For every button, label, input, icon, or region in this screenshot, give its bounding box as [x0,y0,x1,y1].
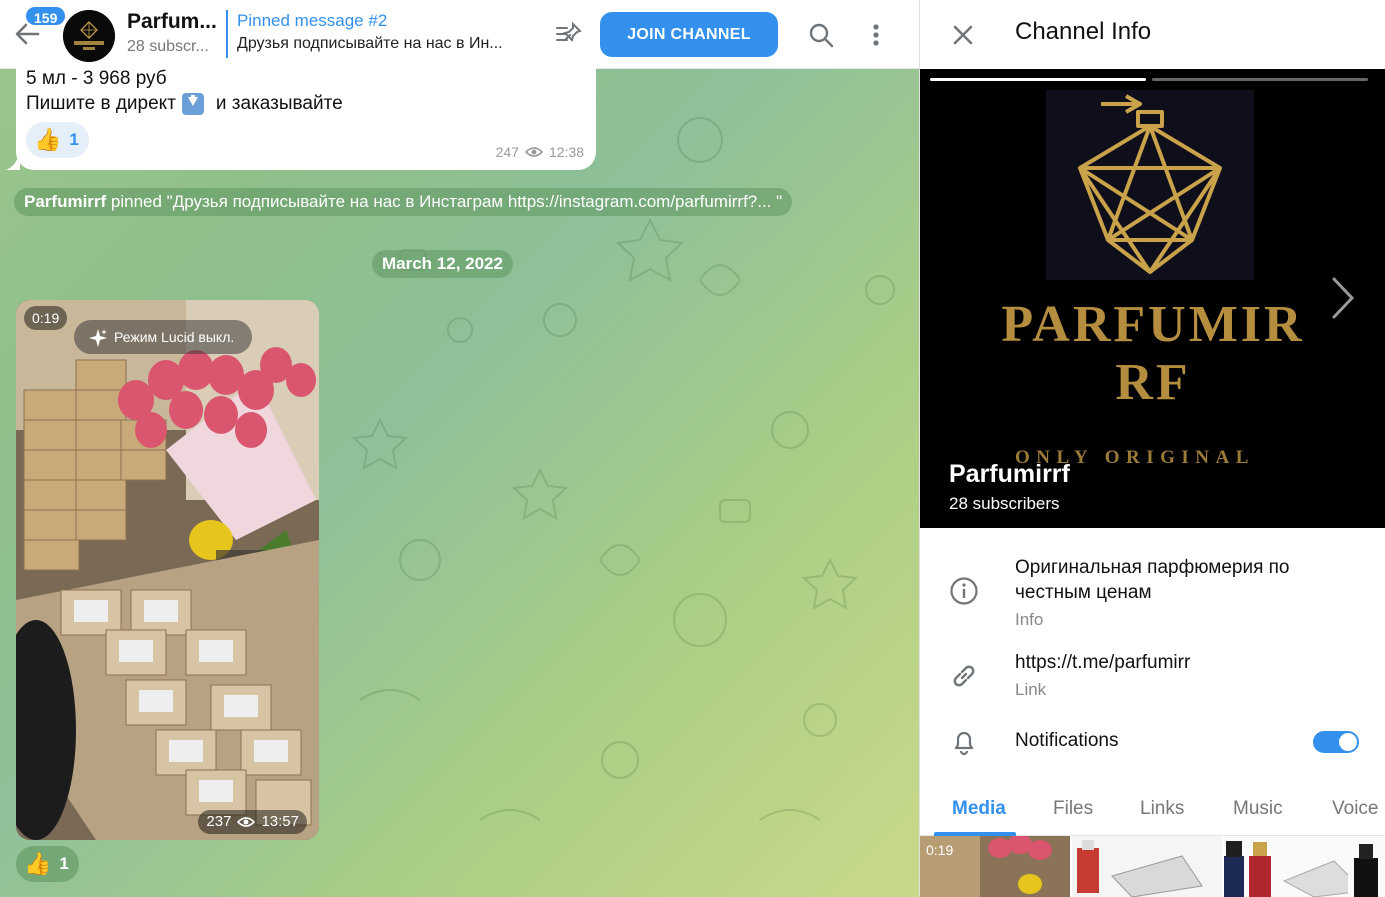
channel-info-panel: Channel Info PARFUMIR RF ONLY ORIGINAL P… [919,0,1385,897]
sparkle-icon [89,329,107,347]
channel-link[interactable]: https://t.me/parfumirr [1015,650,1190,675]
video-meta: 237 13:57 [198,810,307,834]
thumbs-up-icon: 👍 [24,851,52,876]
tab-files[interactable]: Files [1053,798,1093,820]
pinned-message-text: Друзья подписывайте на нас в Ин... [237,35,503,52]
message-text-part: и заказывайте [215,93,343,114]
message-text-part: Пишите в директ [26,93,176,114]
thumbs-up-icon: 👍 [34,127,62,152]
chat-header: 159 Parfum... 28 subscr... Pinned messag… [0,0,919,69]
info-row-description[interactable]: Оригинальная парфюмерия по честным ценам… [920,545,1385,640]
message-text-line: Пишите в директ и заказывайте [26,91,343,117]
channel-subscriber-count: 28 subscr... [127,38,209,55]
info-title: Channel Info [1015,18,1152,45]
tab-links[interactable]: Links [1140,798,1184,820]
channel-avatar[interactable] [63,10,115,62]
video-message[interactable]: 0:19 Режим Lucid выкл. 237 13:57 [16,300,319,840]
channel-subscribers: 28 subscribers [949,494,1060,513]
channel-logo-icon [63,10,115,62]
reaction-count: 1 [69,130,79,149]
video-thumbnail [16,300,319,840]
pinned-list-icon[interactable] [553,20,585,48]
media-thumbnail-perfume[interactable] [1348,836,1385,897]
pinned-message-title: Pinned message #2 [237,11,388,30]
info-icon [950,577,978,605]
search-icon[interactable] [806,20,836,50]
more-vert-icon[interactable] [862,20,890,50]
unread-count-badge: 159 [24,5,68,27]
shared-media-tabs: Media Files Links Music Voice [920,784,1385,836]
tab-voice[interactable]: Voice [1332,798,1378,820]
reaction-thumbs-up[interactable]: 👍 1 [16,846,79,882]
message-bubble[interactable]: 5 мл - 3 968 руб Пишите в директ и заказ… [16,66,596,170]
photo-progress-inactive [1152,78,1368,81]
down-arrow-emoji-icon [181,93,204,115]
logo-brand-line2: RF [1115,354,1191,411]
bubble-tail [6,152,20,170]
description-label: Info [1015,610,1044,629]
tab-media[interactable]: Media [952,798,1006,820]
info-header: Channel Info [920,0,1385,69]
service-author: Parfumirrf [24,192,107,211]
pinned-message-bar[interactable]: Pinned message #2 Друзья подписывайте на… [226,10,536,58]
message-time: 12:38 [548,144,584,160]
video-duration: 0:19 [24,306,68,330]
eye-icon [237,817,256,827]
lucid-mode-pill[interactable]: Режим Lucid выкл. [74,320,253,354]
media-thumbnail[interactable] [1072,836,1222,897]
message-time: 13:57 [261,813,299,830]
channel-title[interactable]: Parfum... [127,10,222,34]
photo-progress-active [930,78,1146,81]
media-thumbnail[interactable]: 0:19 [920,836,1070,897]
view-count: 237 [206,813,232,830]
date-separator: March 12, 2022 [372,250,513,278]
media-duration: 0:19 [926,842,954,858]
chat-area: 159 Parfum... 28 subscr... Pinned messag… [0,0,919,897]
message-meta: 247 12:38 [496,144,584,160]
service-text: pinned "Друзья подписывайте на нас в Инс… [106,192,783,211]
reaction-thumbs-up[interactable]: 👍 1 [26,122,89,158]
info-row-link[interactable]: https://t.me/parfumirr Link [920,645,1385,705]
message-text-line: 5 мл - 3 968 руб [26,68,167,89]
channel-photo-gallery[interactable]: PARFUMIR RF ONLY ORIGINAL Parfumirrf 28 … [920,69,1385,528]
chevron-right-icon[interactable] [1330,275,1356,321]
notifications-toggle[interactable] [1313,731,1359,753]
channel-name: Parfumirrf [949,460,1070,488]
logo-brand-line1: PARFUMIR [1001,296,1305,353]
notifications-label: Notifications [1015,730,1119,751]
media-grid: 0:19 [920,836,1385,897]
bell-icon [954,731,974,756]
reaction-count: 1 [59,854,69,873]
lucid-mode-label: Режим Lucid выкл. [114,329,235,345]
close-icon[interactable] [948,20,978,50]
view-count: 247 [495,144,519,160]
toggle-knob [1339,733,1357,751]
perfume-logo-icon [1046,90,1254,280]
channel-description: Оригинальная парфюмерия по честным ценам [1015,557,1290,603]
eye-icon [524,147,543,157]
join-channel-button[interactable]: JOIN CHANNEL [600,12,778,57]
tab-music[interactable]: Music [1233,798,1283,820]
link-label: Link [1015,680,1047,699]
service-message-pinned[interactable]: Parfumirrf pinned "Друзья подписывайте н… [14,188,793,216]
link-icon [953,665,975,687]
